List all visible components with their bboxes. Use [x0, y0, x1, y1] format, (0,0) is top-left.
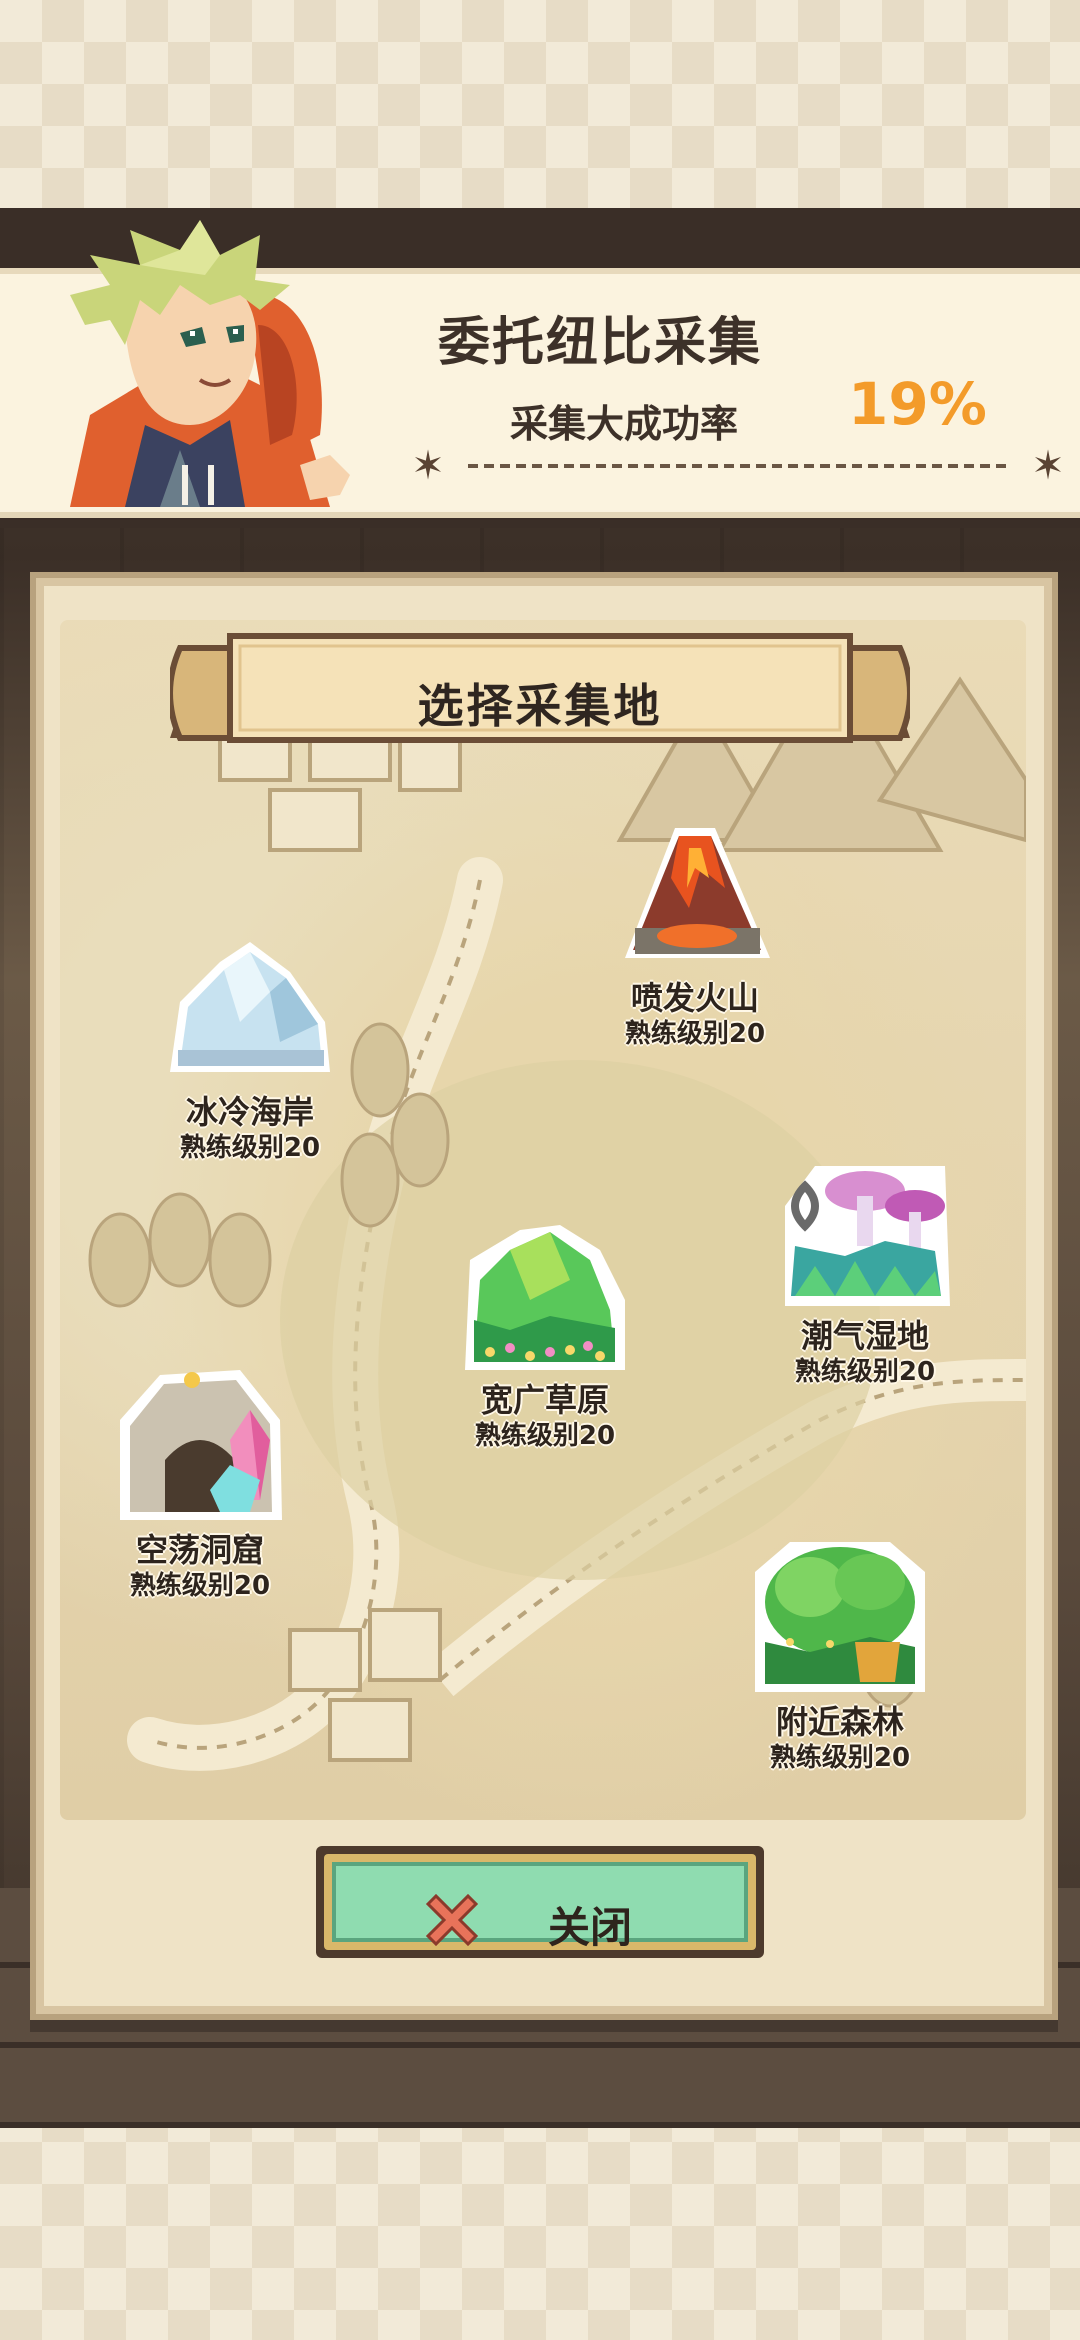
grass-hill-icon [465, 1225, 625, 1370]
site-grassland[interactable]: 宽广草原 熟练级别20 [440, 1220, 650, 1452]
iceberg-icon [170, 942, 330, 1072]
success-rate-value: 19% [848, 370, 987, 438]
close-button[interactable]: 关闭 [316, 1846, 764, 1958]
site-level: 熟练级别20 [179, 1133, 321, 1163]
site-name: 宽广草原 [480, 1381, 609, 1419]
star-ornament-icon: ✶ [1031, 443, 1065, 489]
site-name: 喷发火山 [630, 979, 759, 1017]
site-name: 冰冷海岸 [185, 1093, 314, 1131]
site-volcano[interactable]: 喷发火山 熟练级别20 [590, 808, 800, 1050]
character-portrait [30, 215, 360, 507]
close-button-label: 关闭 [548, 1903, 633, 1952]
site-level: 熟练级别20 [474, 1421, 616, 1451]
success-rate-label: 采集大成功率 [510, 402, 739, 446]
commission-title: 委托纽比采集 [437, 313, 762, 373]
volcano-icon [625, 828, 770, 958]
site-name: 附近森林 [775, 1703, 904, 1741]
site-name: 潮气湿地 [800, 1317, 929, 1355]
close-button-face: 关闭 [332, 1862, 748, 1952]
mushroom-swamp-icon [785, 1166, 950, 1306]
header-divider: ✶ ✶ [408, 446, 1068, 486]
dotted-line [468, 464, 1008, 468]
site-level: 熟练级别20 [794, 1357, 936, 1387]
site-name: 空荡洞窟 [135, 1531, 264, 1569]
site-forest[interactable]: 附近森林 熟练级别20 [730, 1532, 950, 1774]
close-icon [425, 1893, 479, 1947]
panel-title: 选择采集地 [417, 679, 663, 733]
crystal-cave-icon [120, 1370, 282, 1520]
site-level: 熟练级别20 [624, 1019, 766, 1049]
site-level: 熟练级别20 [129, 1571, 271, 1601]
star-ornament-icon: ✶ [411, 443, 445, 489]
site-wetland[interactable]: 潮气湿地 熟练级别20 [760, 1146, 970, 1388]
site-cave[interactable]: 空荡洞窟 熟练级别20 [90, 1360, 310, 1602]
site-coast[interactable]: 冰冷海岸 熟练级别20 [140, 932, 360, 1164]
forest-icon [755, 1542, 925, 1692]
site-level: 熟练级别20 [769, 1743, 911, 1773]
